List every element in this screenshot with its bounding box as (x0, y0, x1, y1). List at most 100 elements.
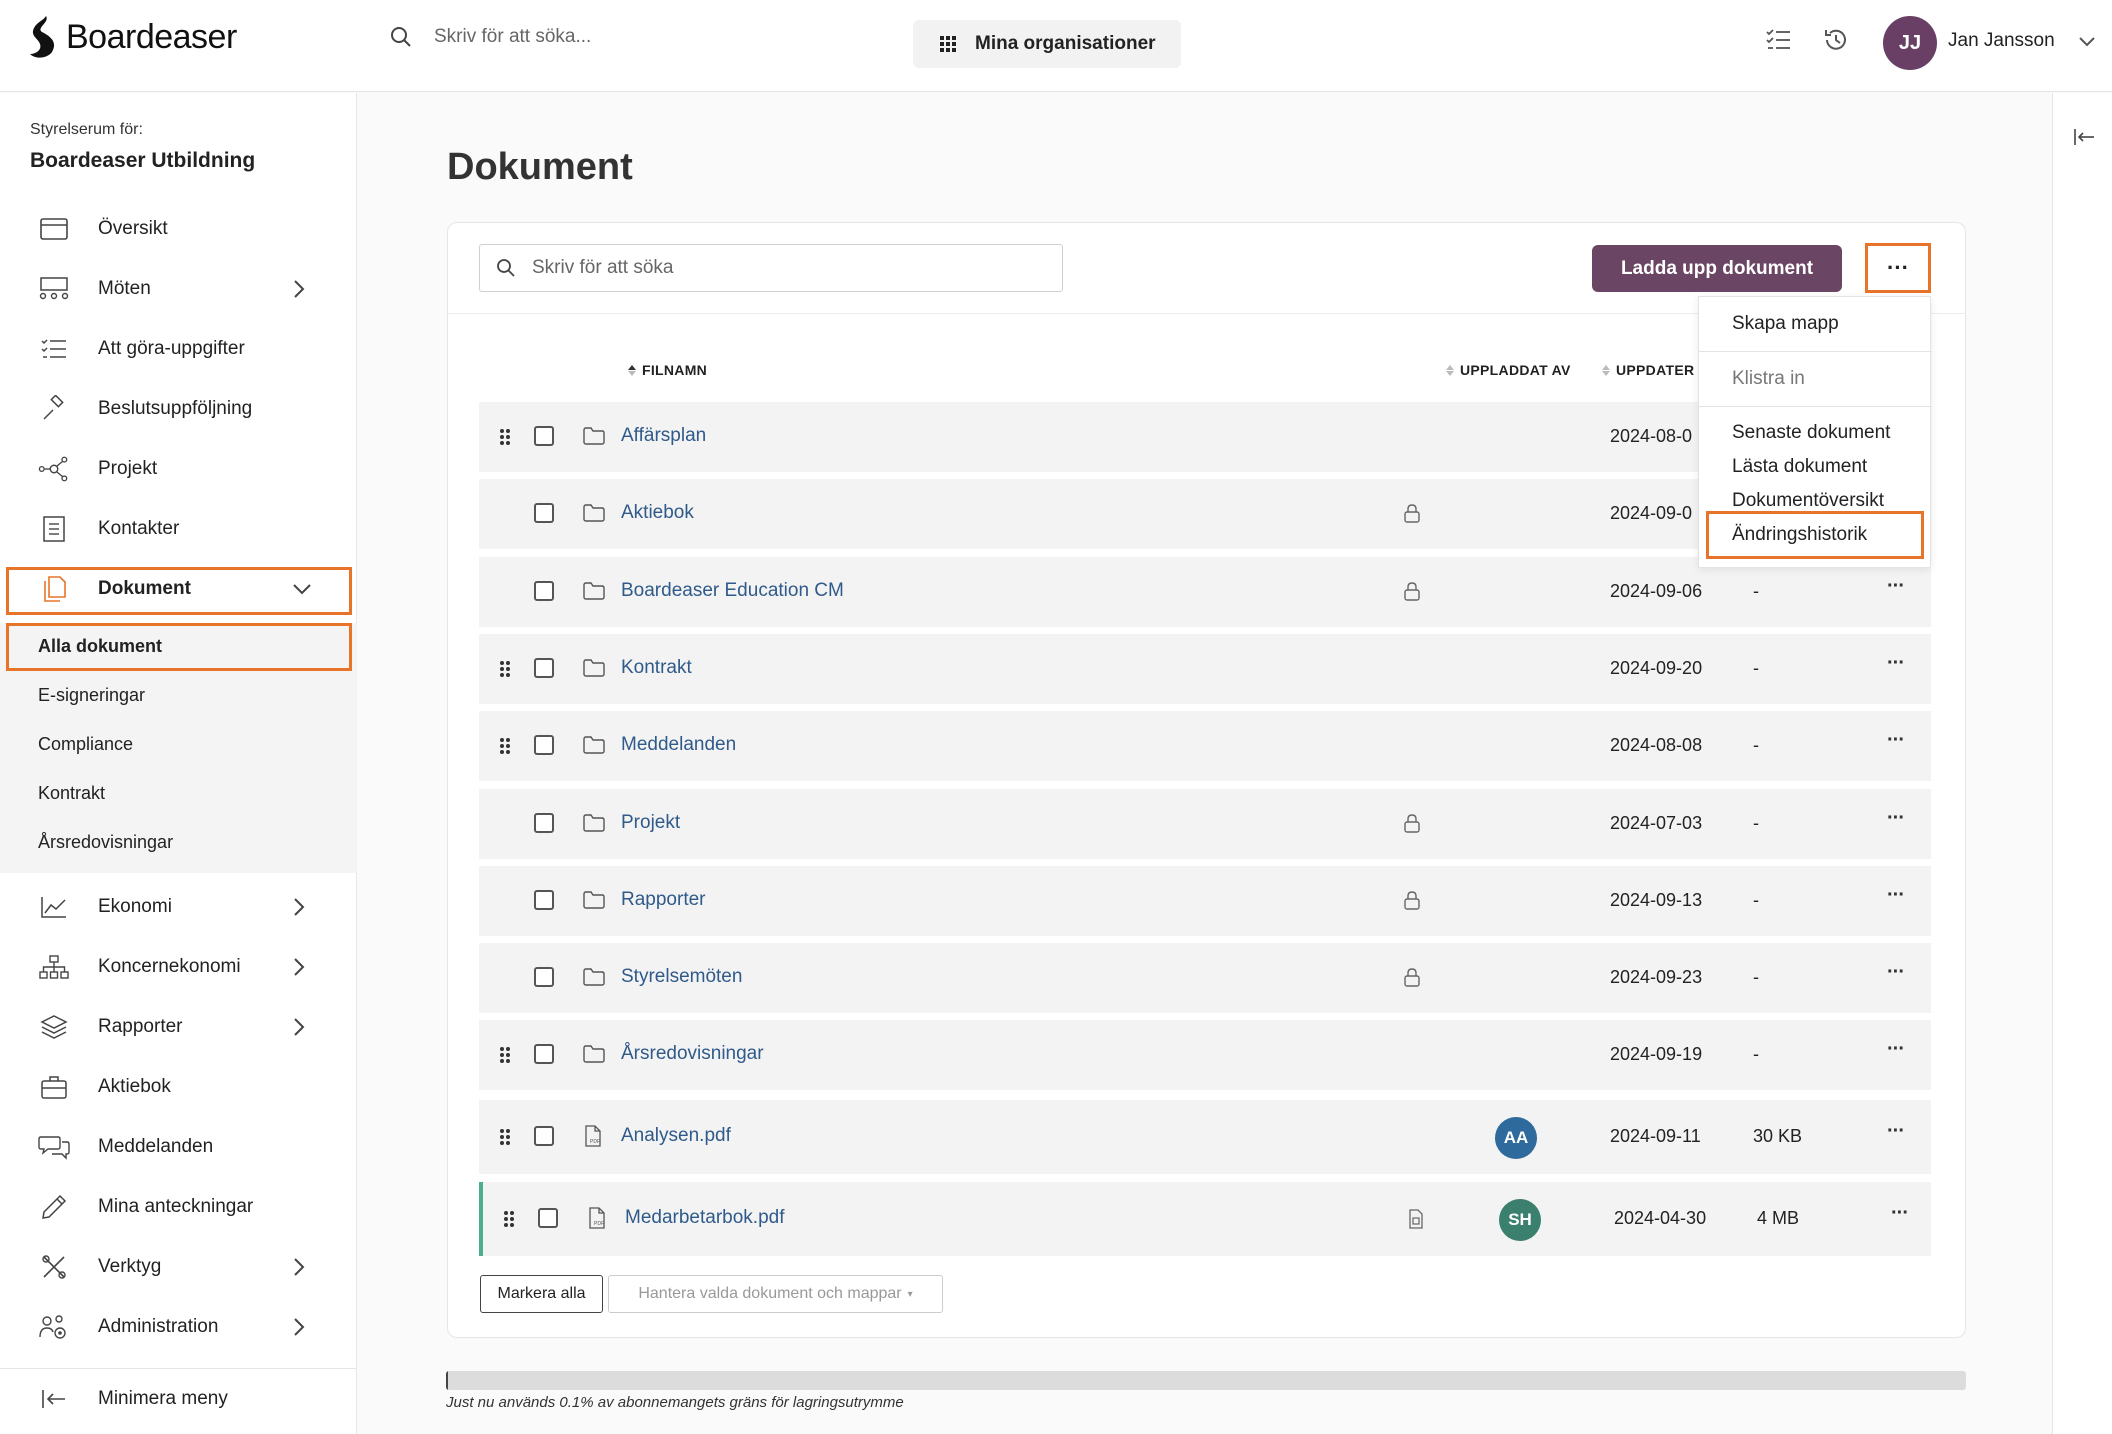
chevron-right-icon (294, 280, 305, 298)
menu-item-create-folder[interactable]: Skapa mapp (1732, 313, 1839, 335)
file-name-link[interactable]: Aktiebok (621, 502, 694, 524)
file-name-link[interactable]: Styrelsemöten (621, 966, 742, 988)
table-row[interactable]: Meddelanden 2024-08-08 - ··· (479, 711, 1931, 781)
user-avatar[interactable]: JJ (1883, 16, 1937, 70)
sidebar-item-contacts[interactable]: Kontakter (0, 501, 357, 557)
row-menu-button[interactable]: ··· (1887, 961, 1905, 984)
sidebar-item-decisions[interactable]: Beslutsuppföljning (0, 381, 357, 437)
tasks-icon[interactable] (1764, 26, 1792, 54)
file-name-link[interactable]: Årsredovisningar (621, 1043, 764, 1065)
file-name-link[interactable]: Analysen.pdf (621, 1125, 731, 1147)
column-header-label: FILNAMN (642, 362, 708, 378)
menu-item-recent-documents[interactable]: Senaste dokument (1732, 422, 1890, 444)
submenu-compliance[interactable]: Compliance (38, 734, 133, 755)
drag-handle-icon[interactable] (499, 660, 511, 678)
row-checkbox[interactable] (534, 1126, 554, 1146)
row-menu-button[interactable]: ··· (1891, 1202, 1909, 1225)
menu-item-read-documents[interactable]: Lästa dokument (1732, 456, 1867, 478)
sidebar-item-group-economy[interactable]: Koncernekonomi (0, 939, 357, 995)
column-header-updated[interactable]: UPPDATER (1602, 362, 1694, 378)
submenu-contracts[interactable]: Kontrakt (38, 783, 105, 804)
sidebar-item-overview[interactable]: Översikt (0, 201, 357, 257)
more-options-button[interactable]: ··· (1865, 243, 1931, 293)
column-header-label: UPPDATER (1616, 362, 1695, 378)
file-name-link[interactable]: Kontrakt (621, 657, 692, 679)
table-row[interactable]: Årsredovisningar 2024-09-19 - ··· (479, 1020, 1931, 1090)
my-organizations-button[interactable]: Mina organisationer (913, 20, 1181, 68)
upload-document-button[interactable]: Ladda upp dokument (1592, 245, 1842, 292)
column-header-uploaded-by[interactable]: UPPLADDAT AV (1446, 362, 1571, 378)
sidebar-item-tools[interactable]: Verktyg (0, 1239, 357, 1295)
row-menu-button[interactable]: ··· (1887, 1120, 1905, 1143)
drag-handle-icon[interactable] (499, 737, 511, 755)
network-icon (38, 453, 70, 485)
updated-date: 2024-08-08 (1610, 735, 1703, 755)
row-checkbox[interactable] (534, 426, 554, 446)
file-name-link[interactable]: Rapporter (621, 889, 706, 911)
row-checkbox[interactable] (534, 890, 554, 910)
file-name-link[interactable]: Projekt (621, 812, 680, 834)
table-row[interactable]: PDF Medarbetarbok.pdf SH 2024-04-30 4 MB ··· (479, 1182, 1931, 1256)
row-checkbox[interactable] (534, 1044, 554, 1064)
sidebar-item-administration[interactable]: Administration (0, 1299, 357, 1355)
table-row[interactable]: Rapporter 2024-09-13 - ··· (479, 866, 1931, 936)
file-name-link[interactable]: Medarbetarbok.pdf (625, 1207, 785, 1229)
row-checkbox[interactable] (534, 658, 554, 678)
global-search[interactable]: Skriv för att söka... (390, 26, 591, 48)
table-row[interactable]: Kontrakt 2024-09-20 - ··· (479, 634, 1931, 704)
row-menu-button[interactable]: ··· (1887, 575, 1905, 598)
global-search-input[interactable]: Skriv för att söka... (434, 26, 591, 48)
select-all-button[interactable]: Markera alla (480, 1275, 603, 1313)
lock-icon (1404, 968, 1420, 987)
minimize-menu-button[interactable]: Minimera meny (0, 1371, 357, 1427)
submenu-e-signatures[interactable]: E-signeringar (38, 685, 145, 706)
board-room-name[interactable]: Boardeaser Utbildning (30, 149, 255, 173)
row-checkbox[interactable] (534, 581, 554, 601)
table-row[interactable]: PDF Analysen.pdf AA 2024-09-11 30 KB ··· (479, 1100, 1931, 1174)
file-size: 30 KB (1753, 1126, 1803, 1146)
menu-item-document-overview[interactable]: Dokumentöversikt (1732, 490, 1884, 512)
sidebar-item-todo[interactable]: Att göra-uppgifter (0, 321, 357, 377)
user-name[interactable]: Jan Jansson (1948, 30, 2055, 52)
file-name-link[interactable]: Meddelanden (621, 734, 736, 756)
table-row[interactable]: Projekt 2024-07-03 - ··· (479, 789, 1931, 859)
row-menu-button[interactable]: ··· (1887, 729, 1905, 752)
folder-icon (583, 659, 605, 677)
sidebar-item-projects[interactable]: Projekt (0, 441, 357, 497)
drag-handle-icon[interactable] (503, 1210, 515, 1228)
sidebar-item-reports[interactable]: Rapporter (0, 999, 357, 1055)
drag-handle-icon[interactable] (499, 1128, 511, 1146)
column-header-filename[interactable]: FILNAMN (628, 362, 707, 378)
sidebar-item-meetings[interactable]: Möten (0, 261, 357, 317)
row-menu-button[interactable]: ··· (1887, 1038, 1905, 1061)
manage-selected-dropdown[interactable]: Hantera valda dokument och mappar ▾ (608, 1275, 943, 1313)
row-menu-button[interactable]: ··· (1887, 652, 1905, 675)
document-search[interactable]: Skriv för att söka (479, 244, 1063, 292)
drag-handle-icon[interactable] (499, 1046, 511, 1064)
submenu-annual-reports[interactable]: Årsredovisningar (38, 832, 173, 853)
menu-item-paste[interactable]: Klistra in (1732, 368, 1805, 390)
row-checkbox[interactable] (534, 735, 554, 755)
table-row[interactable]: Styrelsemöten 2024-09-23 - ··· (479, 943, 1931, 1013)
sidebar-item-label: Möten (98, 278, 151, 299)
chevron-down-icon[interactable] (2078, 32, 2096, 50)
row-menu-button[interactable]: ··· (1887, 884, 1905, 907)
history-icon[interactable] (1822, 26, 1850, 54)
drag-handle-icon[interactable] (499, 428, 511, 446)
sidebar-item-my-notes[interactable]: Mina anteckningar (0, 1179, 357, 1235)
row-checkbox[interactable] (534, 813, 554, 833)
sidebar-item-economy[interactable]: Ekonomi (0, 879, 357, 935)
row-checkbox[interactable] (534, 503, 554, 523)
collapse-panel-icon[interactable] (2073, 127, 2095, 147)
row-checkbox[interactable] (534, 967, 554, 987)
row-menu-button[interactable]: ··· (1887, 807, 1905, 830)
file-name-link[interactable]: Affärsplan (621, 425, 706, 447)
row-checkbox[interactable] (538, 1208, 558, 1228)
file-name-link[interactable]: Boardeaser Education CM (621, 580, 844, 602)
sidebar-item-share-register[interactable]: Aktiebok (0, 1059, 357, 1115)
svg-text:PDF: PDF (590, 1139, 600, 1145)
sidebar-item-messages[interactable]: Meddelanden (0, 1119, 357, 1175)
document-search-input[interactable]: Skriv för att söka (532, 257, 674, 279)
updated-date: 2024-09-20 (1610, 658, 1703, 678)
boardeaser-logo[interactable]: Boardeaser (28, 14, 237, 60)
